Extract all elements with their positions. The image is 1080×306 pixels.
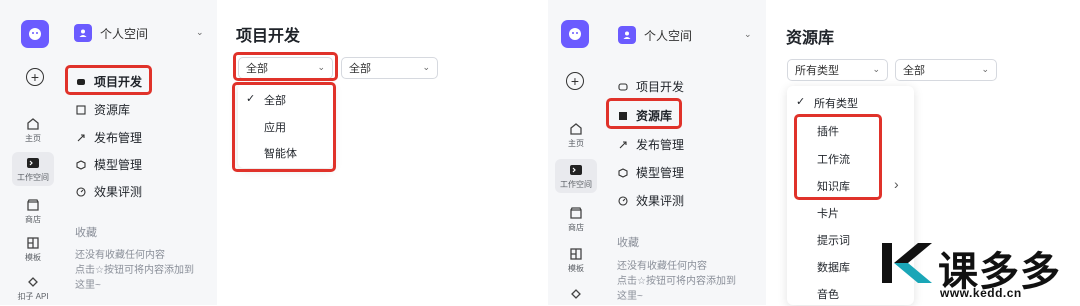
rail-template-label: 模板: [568, 264, 584, 273]
favorites-empty-line2: 点击☆按钮可将内容添加到: [617, 276, 736, 287]
workspace-icon: [27, 158, 39, 168]
brand-url: www.kedd.cn: [940, 286, 1022, 300]
rail-home[interactable]: 主页: [10, 117, 56, 144]
rail-template[interactable]: 模板: [553, 247, 599, 274]
highlight-box-nav: [606, 98, 682, 129]
rail-home-label: 主页: [568, 139, 584, 148]
secondary-filter-value: 全部: [349, 63, 371, 75]
user-avatar-icon: [74, 24, 92, 42]
rail-store[interactable]: 商店: [10, 198, 56, 225]
nav-eval[interactable]: 效果评测: [618, 192, 684, 209]
nav-project-dev-label: 项目开发: [636, 80, 685, 94]
brand-k-icon: [882, 243, 932, 283]
rail-workspace[interactable]: 工作空间: [10, 152, 56, 186]
rail-store[interactable]: 商店: [553, 206, 599, 233]
gauge-icon: [618, 195, 628, 206]
rail-home[interactable]: 主页: [553, 122, 599, 149]
resource-type-select[interactable]: 所有类型 ⌄: [787, 59, 888, 81]
favorites-title: 收藏: [75, 227, 97, 239]
favorites-empty-line1: 还没有收藏任何内容: [617, 261, 707, 272]
nav-model[interactable]: 模型管理: [618, 164, 684, 181]
rocket-icon: [76, 133, 86, 143]
app-logo[interactable]: [561, 20, 589, 48]
rocket-icon: [618, 140, 628, 150]
nav-publish-label: 发布管理: [636, 138, 685, 152]
rail-store-label: 商店: [568, 223, 584, 232]
home-icon: [27, 118, 39, 130]
nav-eval-label: 效果评测: [94, 185, 143, 199]
chevron-down-icon: ⌄: [196, 27, 204, 37]
user-avatar-icon: [618, 26, 636, 44]
nav-resource-lib[interactable]: 资源库: [76, 101, 130, 118]
rail-workspace[interactable]: 工作空间: [553, 159, 599, 193]
nav-resource-lib-label: 资源库: [94, 103, 131, 117]
nav-publish[interactable]: 发布管理: [76, 129, 142, 146]
create-plus-icon[interactable]: +: [566, 72, 584, 90]
menu-option-all-types[interactable]: 所有类型: [814, 95, 858, 111]
template-icon: [570, 248, 582, 260]
space-name: 个人空间: [644, 28, 693, 43]
template-icon: [27, 237, 39, 249]
resource-type-value: 所有类型: [795, 65, 839, 77]
cube-icon: [76, 159, 86, 170]
cube-icon: [618, 167, 628, 178]
page-title: 资源库: [786, 30, 835, 47]
highlight-box-nav: [65, 65, 152, 95]
menu-option-card[interactable]: 卡片: [817, 205, 839, 221]
gauge-icon: [76, 186, 86, 197]
rail-api[interactable]: 扣子 API: [10, 275, 56, 302]
page-title: 项目开发: [236, 28, 301, 45]
secondary-filter-select[interactable]: 全部 ⌄: [895, 59, 997, 81]
rail-template[interactable]: 模板: [10, 236, 56, 263]
chevron-down-icon: ⌄: [744, 29, 752, 39]
bot-icon: [618, 82, 628, 92]
space-selector[interactable]: 个人空间 ⌄: [74, 24, 206, 42]
nav-publish-label: 发布管理: [94, 131, 143, 145]
space-selector[interactable]: 个人空间 ⌄: [618, 26, 754, 44]
highlight-box-menu: [794, 114, 882, 200]
highlight-box-filter: [233, 52, 338, 81]
store-icon: [570, 207, 582, 219]
highlight-box-menu: [232, 82, 336, 172]
menu-option-database[interactable]: 数据库: [817, 259, 850, 275]
check-icon: ✓: [796, 96, 806, 108]
nav-project-dev[interactable]: 项目开发: [618, 78, 684, 95]
rail-store-label: 商店: [25, 215, 41, 224]
chevron-down-icon: ⌄: [872, 64, 880, 74]
brand-logo: 课多多 www.kedd.cn: [880, 241, 1075, 303]
secondary-filter-value: 全部: [903, 65, 925, 77]
library-icon: [76, 104, 86, 115]
space-name: 个人空间: [100, 26, 149, 41]
rail-home-label: 主页: [25, 134, 41, 143]
favorites-empty-line3: 这里~: [617, 291, 643, 302]
nav-eval-label: 效果评测: [636, 194, 685, 208]
favorites-empty-line2: 点击☆按钮可将内容添加到: [75, 265, 194, 276]
home-icon: [570, 123, 582, 135]
chevron-down-icon: ⌄: [422, 62, 430, 72]
api-icon[interactable]: [569, 287, 583, 306]
favorites-empty-line1: 还没有收藏任何内容: [75, 250, 165, 261]
secondary-filter-select[interactable]: 全部 ⌄: [341, 57, 438, 79]
create-plus-icon[interactable]: +: [26, 68, 44, 86]
nav-eval[interactable]: 效果评测: [76, 183, 142, 200]
menu-option-prompt[interactable]: 提示词: [817, 232, 850, 248]
favorites-title: 收藏: [617, 237, 639, 249]
chevron-right-icon: ›: [894, 176, 899, 192]
api-icon: [28, 277, 38, 287]
store-icon: [27, 199, 39, 211]
nav-model[interactable]: 模型管理: [76, 156, 142, 173]
nav-model-label: 模型管理: [94, 158, 143, 172]
favorites-empty-line3: 这里~: [75, 280, 101, 291]
nav-model-label: 模型管理: [636, 166, 685, 180]
rail-api-label: 扣子 API: [17, 292, 49, 301]
rail-workspace-label: 工作空间: [560, 180, 592, 189]
rail-workspace-label: 工作空间: [17, 173, 49, 182]
chevron-down-icon: ⌄: [981, 64, 989, 74]
workspace-icon: [570, 165, 582, 175]
nav-publish[interactable]: 发布管理: [618, 136, 684, 153]
app-logo[interactable]: [21, 20, 49, 48]
menu-option-voice[interactable]: 音色: [817, 286, 839, 302]
rail-template-label: 模板: [25, 253, 41, 262]
